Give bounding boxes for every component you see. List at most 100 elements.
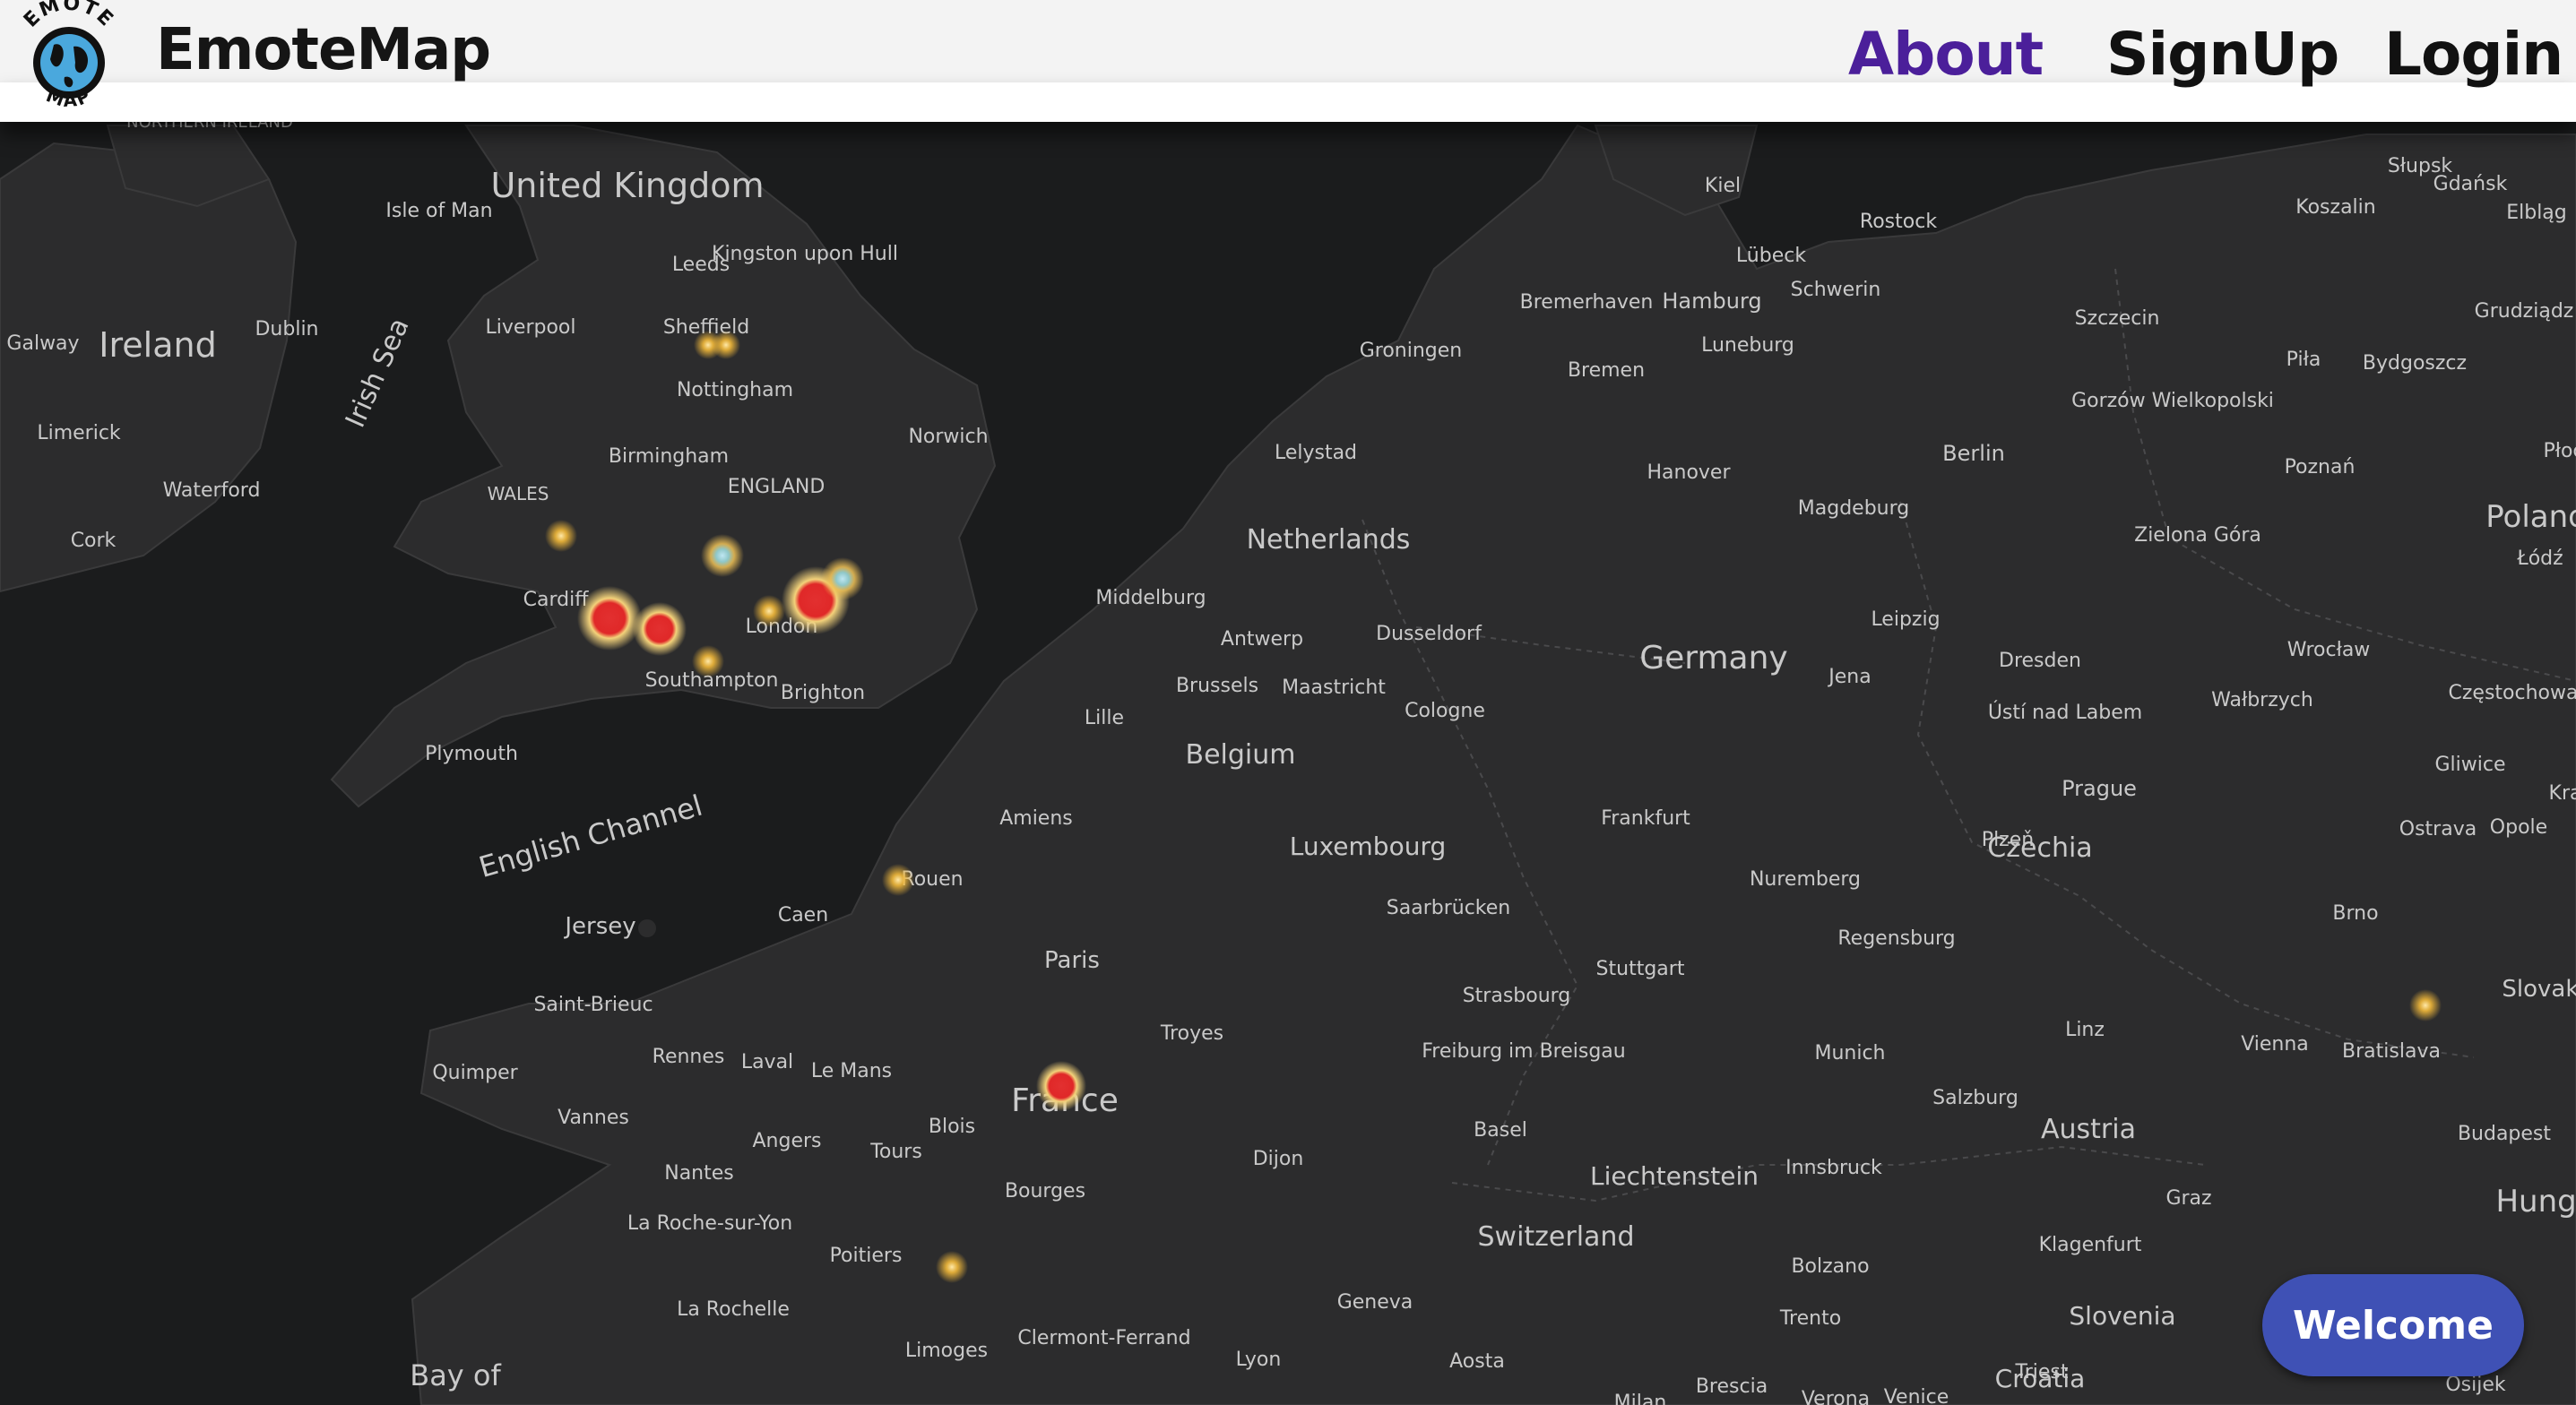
country-label: Slovenia [2069, 1301, 2175, 1331]
region-label: WALES [488, 483, 549, 504]
city-label: Innsbruck [1785, 1157, 1882, 1179]
city-label: Venice [1884, 1386, 1949, 1405]
city-label: Middelburg [1095, 587, 1206, 609]
emotion-marker[interactable] [633, 602, 687, 656]
city-label: Salzburg [1932, 1087, 2018, 1109]
city-label: Amiens [999, 807, 1073, 830]
city-label: Paris [1044, 947, 1100, 974]
emotion-marker[interactable] [882, 864, 914, 896]
city-label: Plymouth [425, 743, 518, 765]
city-label: Bourges [1005, 1180, 1085, 1202]
emotion-marker[interactable] [936, 1251, 968, 1283]
city-label: Caen [778, 904, 828, 927]
country-label: Germany [1639, 640, 1787, 677]
city-label: Munich [1814, 1042, 1885, 1065]
city-label: Dresden [1999, 650, 2081, 672]
city-label: Bremen [1568, 359, 1645, 382]
city-label: Jersey [563, 913, 635, 940]
emotion-marker[interactable] [712, 331, 740, 359]
city-label: Norwich [908, 426, 988, 448]
emotion-marker[interactable] [701, 534, 744, 577]
city-label: Strasbourg [1463, 985, 1571, 1007]
city-label: La Roche-sur-Yon [627, 1212, 792, 1235]
city-label: Osijek [2445, 1374, 2506, 1396]
nav-signup-link[interactable]: SignUp [2106, 25, 2339, 84]
welcome-button[interactable]: Welcome [2262, 1274, 2524, 1376]
city-label: Częstochowa [2449, 682, 2576, 704]
city-label: Budapest [2458, 1123, 2551, 1145]
emotion-marker[interactable] [1036, 1061, 1086, 1111]
country-label: Austria [2041, 1114, 2136, 1145]
emotion-marker[interactable] [2409, 989, 2442, 1021]
city-label: Graz [2165, 1187, 2211, 1210]
city-label: Poitiers [830, 1245, 903, 1267]
city-label: Plzeň [1982, 829, 2034, 851]
emotemap-logo[interactable]: EMOTE MAP [11, 0, 127, 116]
city-label: Kra [2549, 782, 2576, 805]
city-label: Łódź [2516, 547, 2563, 570]
city-label: Nottingham [677, 379, 793, 401]
city-label: Vannes [558, 1107, 629, 1129]
city-label: Geneva [1337, 1291, 1413, 1314]
city-label: Triest [2015, 1361, 2069, 1383]
city-label: Cork [71, 530, 117, 552]
city-label: Frankfurt [1601, 807, 1690, 830]
city-label: Aosta [1449, 1350, 1505, 1373]
country-label: United Kingdom [490, 166, 764, 205]
emotion-marker[interactable] [545, 520, 577, 552]
city-label: Angers [753, 1130, 822, 1152]
country-label: Poland [2485, 499, 2576, 535]
city-label: Szczecin [2075, 307, 2160, 330]
city-label: Prague [2062, 776, 2137, 801]
city-label: Milan [1614, 1392, 1667, 1405]
city-label: Tours [869, 1141, 922, 1163]
city-label: Grudziądz [2475, 300, 2574, 323]
city-label: Lille [1085, 707, 1124, 729]
city-label: Hamburg [1662, 289, 1761, 314]
city-label: Laval [741, 1051, 793, 1073]
city-label: Bratislava [2342, 1040, 2441, 1063]
city-label: Isle of Man [385, 200, 492, 222]
emotion-marker[interactable] [821, 557, 864, 600]
brand-title[interactable]: EmoteMap [156, 22, 491, 79]
city-label: Waterford [163, 479, 261, 502]
city-label: Regensburg [1837, 927, 1955, 950]
city-label: Trento [1779, 1307, 1841, 1330]
emotion-marker[interactable] [753, 595, 785, 627]
city-label: Kiel [1705, 175, 1741, 197]
city-label: Luneburg [1701, 334, 1794, 357]
sea-label: Bay of [410, 1358, 501, 1392]
city-label: Dijon [1253, 1148, 1304, 1170]
emotion-marker[interactable] [692, 645, 724, 677]
city-label: Freiburg im Breisgau [1422, 1040, 1625, 1063]
city-label: Stuttgart [1596, 958, 1685, 980]
nav-login-link[interactable]: Login [2384, 25, 2563, 84]
nav-about-link[interactable]: About [1848, 25, 2044, 84]
city-label: Liverpool [486, 316, 576, 339]
city-label: Bolzano [1791, 1255, 1869, 1278]
city-label: Gliwice [2434, 754, 2505, 776]
city-label: Schwerin [1791, 279, 1881, 301]
city-label: Quimper [432, 1062, 518, 1084]
country-label: Netherlands [1247, 524, 1411, 556]
city-label: Brescia [1696, 1375, 1768, 1398]
city-label: Elbląg [2506, 202, 2567, 224]
city-label: Koszalin [2295, 196, 2375, 219]
city-label: Dusseldorf [1376, 623, 1482, 645]
city-label: Ostrava [2399, 818, 2477, 840]
city-label: Clermont-Ferrand [1017, 1327, 1190, 1349]
city-label: Jena [1827, 666, 1871, 688]
city-label: Wrocław [2287, 639, 2371, 661]
city-label: Brno [2332, 902, 2378, 925]
country-label: Hunga [2495, 1184, 2576, 1220]
city-label: Limerick [37, 422, 121, 444]
city-label: Magdeburg [1798, 497, 1909, 520]
emotion-marker[interactable] [577, 586, 642, 651]
island-jersey [638, 919, 656, 937]
city-label: Piła [2286, 349, 2321, 371]
city-label: Płoc [2543, 440, 2576, 462]
city-label: Verona [1802, 1388, 1870, 1405]
city-label: Galway [6, 332, 79, 355]
city-label: Groningen [1360, 340, 1463, 362]
map-canvas[interactable]: United Kingdom Ireland Netherlands Belgi… [0, 0, 2576, 1405]
